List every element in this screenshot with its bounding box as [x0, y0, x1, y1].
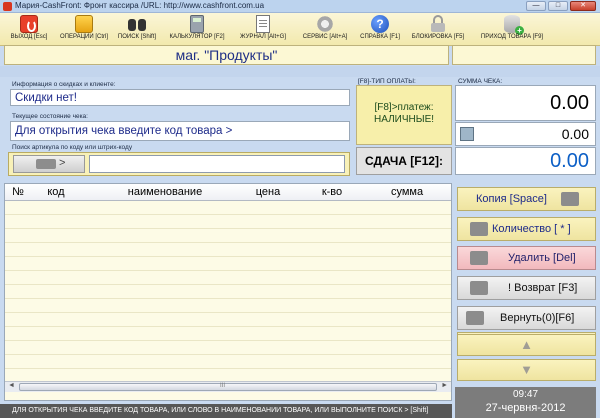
database-add-icon: [504, 15, 524, 35]
service-button[interactable]: СЕРВИС [Alt+A]: [296, 13, 354, 46]
subtotal-value: 0.00: [561, 126, 589, 142]
printer-icon: [561, 192, 579, 206]
search-label: ПОИСК [Shift]: [117, 34, 157, 40]
calculator-icon: [190, 15, 204, 33]
gear-icon: [316, 15, 334, 33]
article-search-input[interactable]: [89, 155, 345, 173]
service-label: СЕРВИС [Alt+A]: [302, 34, 348, 40]
check-items-table[interactable]: № код наименование цена к-во сумма ◄ III…: [4, 183, 452, 401]
help-icon: ?: [371, 15, 389, 33]
basket-return-icon: [470, 281, 488, 295]
discount-field: Скидки нет!: [10, 89, 350, 106]
scroll-right-icon[interactable]: ►: [441, 382, 448, 389]
calculator-button[interactable]: КАЛЬКУЛЯТОР [F2]: [162, 13, 232, 46]
arrow-label: >: [59, 157, 66, 169]
subtotal-field: 0.00: [455, 122, 596, 146]
lock-button[interactable]: БЛОКИРОВКА [F5]: [408, 13, 468, 46]
main-toolbar: ВЫХОД [Esc] ОПЕРАЦИИ [Ctrl] ПОИСК [Shift…: [0, 13, 600, 46]
exit-label: ВЫХОД [Esc]: [10, 34, 48, 40]
check-state-field: Для открытия чека введите код товара >: [10, 121, 350, 141]
clock-date: 27-червня-2012: [485, 402, 566, 414]
scan-keyboard-button[interactable]: >: [13, 155, 85, 173]
article-search-caption: Поиск артикула по коду или штрих-коду: [12, 144, 133, 151]
check-state-caption: Текущее состояние чека:: [12, 113, 88, 120]
operations-label: ОПЕРАЦИИ [Ctrl]: [60, 34, 108, 40]
table-body: [5, 201, 451, 381]
close-button[interactable]: ✕: [570, 1, 596, 11]
lock-label: БЛОКИРОВКА [F5]: [411, 34, 465, 40]
store-name: маг. "Продукты": [4, 45, 449, 65]
journal-button[interactable]: ЖУРНАЛ [Alt+G]: [234, 13, 292, 46]
payment-type-button[interactable]: [F8]>платеж: НАЛИЧНЫЕ!: [356, 85, 452, 145]
search-button[interactable]: ПОИСК [Shift]: [113, 13, 161, 46]
window-title: Мария-CashFront: Фронт кассира /URL: htt…: [15, 1, 265, 10]
minimize-button[interactable]: —: [526, 1, 546, 11]
column-header-number[interactable]: №: [11, 186, 25, 198]
journal-label: ЖУРНАЛ [Alt+G]: [239, 34, 287, 40]
power-icon: [20, 15, 38, 33]
help-label: СПРАВКА [F1]: [360, 34, 400, 40]
clock-panel: 09:47 27-червня-2012: [455, 387, 596, 418]
return-label: ! Возврат [F3]: [508, 282, 578, 294]
calculator-icon[interactable]: [460, 127, 474, 141]
column-header-code[interactable]: код: [41, 186, 71, 198]
clock-time: 09:47: [512, 389, 539, 400]
scrollbar-thumb[interactable]: III: [19, 383, 437, 391]
quantity-button[interactable]: Количество [ * ]: [457, 217, 596, 241]
delete-label: Удалить [Del]: [508, 252, 576, 264]
delete-button[interactable]: Удалить [Del]: [457, 246, 596, 270]
grip-icon: III: [220, 383, 226, 389]
app-icon: [3, 2, 12, 11]
window-controls: — □ ✕: [526, 1, 596, 11]
return-zero-label: Вернуть(0)[F6]: [500, 312, 575, 324]
column-header-quantity[interactable]: к-во: [315, 186, 349, 198]
quantity-label: Количество [ * ]: [492, 223, 571, 235]
scroll-up-button[interactable]: ▲: [457, 334, 596, 356]
calculator-label: КАЛЬКУЛЯТОР [F2]: [169, 34, 225, 40]
scroll-left-icon[interactable]: ◄: [8, 382, 15, 389]
arrow-down-icon: ▼: [520, 362, 533, 377]
basket-remove-icon: [470, 251, 488, 265]
help-button[interactable]: ? СПРАВКА [F1]: [356, 13, 404, 46]
change-amount: 0.00: [455, 147, 596, 175]
sum-caption: СУММА ЧЕКА:: [458, 78, 503, 85]
payment-type-line2: НАЛИЧНЫЕ!: [373, 114, 435, 125]
column-header-sum[interactable]: сумма: [385, 186, 429, 198]
lock-icon: [431, 15, 445, 33]
table-header: № код наименование цена к-во сумма: [5, 184, 451, 201]
store-info-panel: [452, 45, 596, 65]
discount-caption: Информация о скидках и клиенте:: [12, 81, 116, 88]
status-bar: ДЛЯ ОТКРЫТИЯ ЧЕКА ВВЕДИТЕ КОД ТОВАРА, ИЛ…: [0, 404, 452, 418]
operations-button[interactable]: ОПЕРАЦИИ [Ctrl]: [56, 13, 112, 46]
arrow-up-icon: ▲: [520, 337, 533, 352]
binoculars-icon: [127, 15, 147, 33]
separator-strip: [0, 66, 600, 77]
copy-label: Копия [Space]: [476, 193, 547, 205]
payment-type-caption: [F8]-ТИП ОПЛАТЫ:: [358, 78, 416, 85]
copy-button[interactable]: Копия [Space]: [457, 187, 596, 211]
goods-receipt-button[interactable]: ПРИХОД ТОВАРА [F9]: [472, 13, 552, 46]
change-label: СДАЧА [F12]:: [356, 147, 452, 175]
keyboard-icon: [36, 159, 56, 169]
maximize-button[interactable]: □: [548, 1, 568, 11]
journal-icon: [256, 15, 270, 33]
column-header-name[interactable]: наименование: [110, 186, 220, 198]
window-titlebar: Мария-CashFront: Фронт кассира /URL: htt…: [0, 0, 600, 13]
basket-undo-icon: [466, 311, 484, 325]
check-state-value: Для открытия чека введите код товара >: [15, 125, 233, 137]
return-button[interactable]: ! Возврат [F3]: [457, 276, 596, 300]
discount-value: Скидки нет!: [15, 92, 77, 104]
basket-icon: [470, 222, 488, 236]
payment-type-line1: [F8]>платеж:: [374, 102, 434, 113]
horizontal-scrollbar[interactable]: ◄ III ►: [5, 381, 451, 392]
check-total: 0.00: [455, 85, 596, 121]
return-zero-button[interactable]: Вернуть(0)[F6]: [457, 306, 596, 330]
exit-button[interactable]: ВЫХОД [Esc]: [2, 13, 56, 46]
article-search-panel: >: [8, 152, 350, 176]
column-header-price[interactable]: цена: [251, 186, 285, 198]
cash-register-icon: [75, 15, 93, 33]
goods-receipt-label: ПРИХОД ТОВАРА [F9]: [480, 34, 544, 40]
scroll-down-button[interactable]: ▼: [457, 359, 596, 381]
